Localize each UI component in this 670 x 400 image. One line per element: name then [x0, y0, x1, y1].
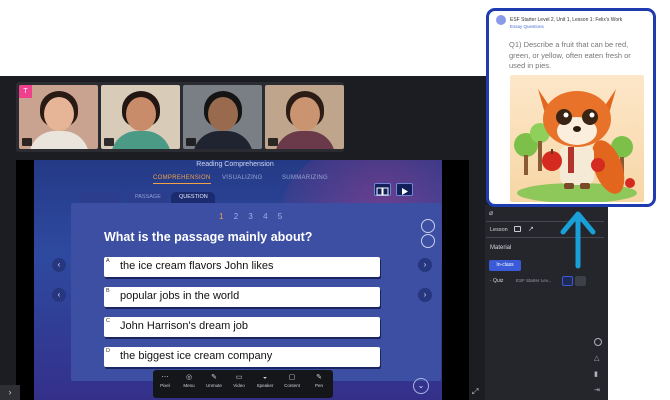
- mic-icon: [22, 138, 32, 146]
- attach-icon[interactable]: ⌀: [489, 209, 493, 217]
- left-arrow-button[interactable]: ‹: [52, 258, 66, 272]
- answer-option-c[interactable]: C John Harrison's dream job: [104, 317, 380, 337]
- unmute-icon: ✎: [211, 374, 217, 381]
- play-button[interactable]: [396, 183, 413, 196]
- card-title: ESF Starter Level 2, Unit 1, Lesson 1: F…: [510, 17, 623, 23]
- right-arrow-button[interactable]: ›: [418, 258, 432, 272]
- menu-button[interactable]: ◎ Menu: [177, 373, 201, 388]
- content-icon: ▢: [288, 374, 296, 381]
- refresh-icon[interactable]: [421, 234, 435, 248]
- video-button[interactable]: ▭ Video: [227, 373, 251, 388]
- signal-icon[interactable]: ▮: [594, 370, 598, 378]
- participant-initial-badge: T: [19, 85, 32, 98]
- video-icon: ▭: [235, 374, 243, 381]
- question-text: What is the passage mainly about?: [104, 230, 313, 244]
- participant-video-tile[interactable]: [183, 85, 262, 149]
- page-2[interactable]: 2: [234, 212, 242, 221]
- lesson-label[interactable]: Lesson: [490, 227, 508, 233]
- subtab-passage[interactable]: PASSAGE: [127, 192, 167, 203]
- content-button[interactable]: ▢ Content: [280, 373, 304, 388]
- mic-icon: [104, 138, 114, 146]
- tab-visualizing[interactable]: VISUALIZING: [222, 175, 263, 181]
- expand-icon[interactable]: ⤢: [472, 387, 478, 397]
- pen-button[interactable]: ✎ Pen: [307, 373, 331, 388]
- meeting-toolbar: ⋯ Pixel ◎ Menu ✎ Unmute ▭ Video ◒ Speaker ▢ Co…: [153, 370, 333, 398]
- participant-video-tile[interactable]: [101, 85, 180, 149]
- chart-icon[interactable]: ↗: [528, 225, 534, 233]
- slide-title: Reading Comprehension: [196, 161, 274, 168]
- unmute-button[interactable]: ✎ Unmute: [202, 373, 226, 388]
- card-question: Q1) Describe a fruit that can be red, gr…: [509, 40, 631, 70]
- participant-video-tile[interactable]: T: [19, 85, 98, 149]
- page-3[interactable]: 3: [248, 212, 256, 221]
- participant-video-tile[interactable]: [265, 85, 344, 149]
- page-1[interactable]: 1: [219, 212, 227, 221]
- exit-icon[interactable]: ⇥: [594, 386, 600, 394]
- tab-comprehension[interactable]: COMPREHENSION: [153, 175, 211, 184]
- answer-option-b[interactable]: B popular jobs in the world: [104, 287, 380, 307]
- collapse-left-button[interactable]: ›: [0, 385, 20, 400]
- send-quiz-icon[interactable]: [575, 276, 586, 286]
- mic-icon: [268, 138, 278, 146]
- quiz-label: · Quiz: [490, 278, 504, 284]
- mic-icon: [186, 138, 196, 146]
- play-icon: [402, 188, 408, 195]
- audio-icon[interactable]: [421, 219, 435, 233]
- menu-icon: ◎: [185, 374, 193, 381]
- answer-option-a[interactable]: A the ice cream flavors John likes: [104, 257, 380, 277]
- next-arrow-button[interactable]: ›: [418, 288, 432, 302]
- participant-video-strip: T: [16, 82, 344, 152]
- inclass-badge[interactable]: In-class: [489, 260, 521, 271]
- open-quiz-icon[interactable]: [562, 276, 573, 286]
- question-pager[interactable]: 1 2 3 4 5: [219, 212, 286, 221]
- pixel-icon: ⋯: [161, 374, 169, 381]
- page-5[interactable]: 5: [278, 212, 286, 221]
- tab-summarizing[interactable]: SUMMARIZING: [282, 175, 328, 181]
- material-label: Material: [490, 245, 512, 251]
- warning-icon[interactable]: △: [594, 354, 599, 362]
- folder-icon[interactable]: [514, 226, 521, 232]
- subtab-question[interactable]: QUESTION: [171, 192, 215, 203]
- speaker-button[interactable]: ◒ Speaker: [253, 373, 277, 388]
- fox-illustration: [510, 75, 644, 202]
- prev-arrow-button[interactable]: ‹: [52, 288, 66, 302]
- book-icon: [376, 187, 389, 196]
- fox-illustration-art: [514, 89, 637, 202]
- pointer-arrow-icon: [560, 211, 596, 269]
- book-button[interactable]: [374, 183, 391, 196]
- subtab-blank[interactable]: [80, 192, 120, 203]
- pen-icon: ✎: [316, 374, 322, 381]
- answer-option-d[interactable]: D the biggest ice cream company: [104, 347, 380, 367]
- speaker-icon: ◒: [262, 374, 268, 381]
- pixel-button[interactable]: ⋯ Pixel: [153, 373, 177, 388]
- lesson-avatar: [496, 15, 506, 25]
- page-4[interactable]: 4: [263, 212, 271, 221]
- quiz-title[interactable]: ESF Starter Lev...: [516, 278, 551, 283]
- chevron-down-icon[interactable]: ⌄: [413, 378, 429, 394]
- info-icon[interactable]: [594, 338, 602, 346]
- card-subtitle: Essay Questions: [510, 24, 544, 29]
